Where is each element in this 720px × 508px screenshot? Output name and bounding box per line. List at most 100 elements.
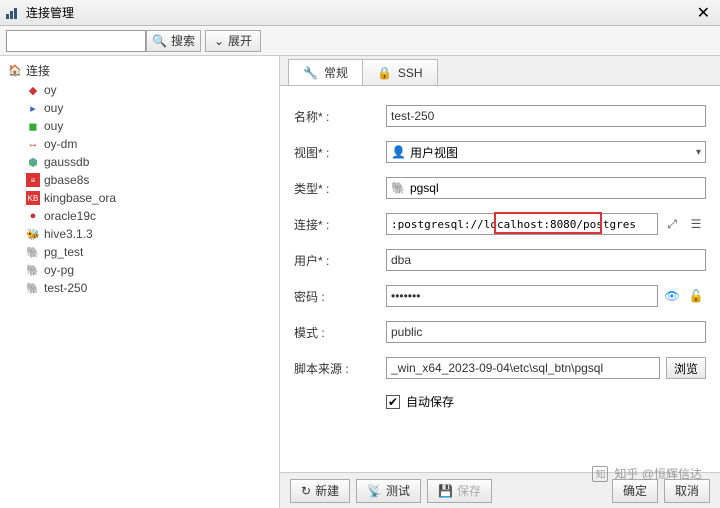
search-label: 搜索 <box>171 32 195 49</box>
tree-item[interactable]: 🐝 hive3.1.3 <box>6 225 273 243</box>
tree-item-label: oy-dm <box>44 137 77 151</box>
tree-item[interactable]: ◆ oy <box>6 81 273 99</box>
db-icon: 🐘 <box>26 281 40 295</box>
tab-general[interactable]: 🔧 常规 <box>288 59 363 85</box>
tab-ssh-label: SSH <box>398 66 423 80</box>
db-icon: ● <box>26 209 40 223</box>
db-icon: ◼ <box>26 119 40 133</box>
pass-label: 密码 : <box>294 288 386 305</box>
home-icon: 🏠 <box>8 64 22 78</box>
lock-icon: 🔒 <box>377 66 392 80</box>
type-label: 类型* : <box>294 180 386 197</box>
wrench-icon: 🔧 <box>303 66 318 80</box>
new-button[interactable]: ↻ 新建 <box>290 479 350 503</box>
tree-item-label: pg_test <box>44 245 83 259</box>
tree-item[interactable]: 🐘 oy-pg <box>6 261 273 279</box>
window-title: 连接管理 <box>26 4 74 21</box>
test-label: 测试 <box>386 482 410 499</box>
eye-icon[interactable]: 👁 <box>662 286 682 306</box>
autosave-label: 自动保存 <box>406 393 454 410</box>
cancel-button[interactable]: 取消 <box>664 479 710 503</box>
expand-icon[interactable]: ⤢ <box>662 214 682 234</box>
tree-item[interactable]: ↔ oy-dm <box>6 135 273 153</box>
tree-item[interactable]: ◼ ouy <box>6 117 273 135</box>
save-button[interactable]: 💾 保存 <box>427 479 492 503</box>
test-button[interactable]: 📡 测试 <box>356 479 421 503</box>
expand-button[interactable]: ⌄ 展开 <box>205 30 261 52</box>
tree-item-label: oy-pg <box>44 263 74 277</box>
browse-button[interactable]: 浏览 <box>666 357 706 379</box>
pgsql-icon: 🐘 <box>391 181 406 195</box>
tree-root[interactable]: 🏠 连接 <box>6 60 273 81</box>
name-input[interactable] <box>386 105 706 127</box>
db-icon: KB <box>26 191 40 205</box>
tree-item-label: ouy <box>44 101 63 115</box>
user-label: 用户* : <box>294 252 386 269</box>
db-icon: 🐝 <box>26 227 40 241</box>
view-label: 视图* : <box>294 144 386 161</box>
tree-item-label: gaussdb <box>44 155 89 169</box>
search-icon: 🔍 <box>152 34 167 48</box>
refresh-icon: ↻ <box>301 484 311 498</box>
tree-item[interactable]: KB kingbase_ora <box>6 189 273 207</box>
tree-item-label: ouy <box>44 119 63 133</box>
db-icon: 🐘 <box>26 245 40 259</box>
app-icon <box>4 5 20 21</box>
toolbar: 🔍 搜索 ⌄ 展开 <box>0 26 720 56</box>
new-label: 新建 <box>315 482 339 499</box>
expand-label: 展开 <box>228 32 252 49</box>
tab-general-label: 常规 <box>324 64 348 81</box>
db-icon: ↔ <box>26 137 40 151</box>
tree-item[interactable]: ⬢ gaussdb <box>6 153 273 171</box>
chevron-down-icon: ▾ <box>696 147 701 158</box>
search-input[interactable] <box>6 30 146 52</box>
db-icon: ≡ <box>26 173 40 187</box>
schema-label: 模式 : <box>294 324 386 341</box>
db-icon: ▸ <box>26 101 40 115</box>
tabbar: 🔧 常规 🔒 SSH <box>280 56 720 86</box>
type-select[interactable]: 🐘 pgsql <box>386 177 706 199</box>
tree-item-label: oy <box>44 83 57 97</box>
user-input[interactable] <box>386 249 706 271</box>
save-label: 保存 <box>457 482 481 499</box>
tree-item[interactable]: 🐘 pg_test <box>6 243 273 261</box>
antenna-icon: 📡 <box>367 484 382 498</box>
titlebar: 连接管理 ✕ <box>0 0 720 26</box>
view-select[interactable]: 👤 用户视图 ▾ <box>386 141 706 163</box>
ok-button[interactable]: 确定 <box>612 479 658 503</box>
tree-item[interactable]: ≡ gbase8s <box>6 171 273 189</box>
script-input[interactable] <box>386 357 660 379</box>
search-button[interactable]: 🔍 搜索 <box>146 30 201 52</box>
autosave-checkbox[interactable]: ✔ <box>386 395 400 409</box>
type-value: pgsql <box>410 181 439 195</box>
footer: ↻ 新建 📡 测试 💾 保存 确定 取消 <box>280 472 720 508</box>
conn-input[interactable] <box>386 213 658 235</box>
form: 名称* : 视图* : 👤 用户视图 ▾ 类型* : 🐘 pgsql 连接 <box>280 86 720 472</box>
save-icon: 💾 <box>438 484 453 498</box>
conn-label: 连接* : <box>294 216 386 233</box>
tree-item-label: oracle19c <box>44 209 96 223</box>
view-value: 用户视图 <box>410 144 458 161</box>
sidebar: 🏠 连接 ◆ oy ▸ ouy ◼ ouy ↔ oy-dm ⬢ gaussdb ≡ gbase8s KB… <box>0 56 280 508</box>
unlock-icon[interactable]: 🔓 <box>686 286 706 306</box>
content-panel: 🔧 常规 🔒 SSH 名称* : 视图* : 👤 用户视图 ▾ <box>280 56 720 508</box>
tree-item[interactable]: ● oracle19c <box>6 207 273 225</box>
tab-ssh[interactable]: 🔒 SSH <box>362 59 438 85</box>
tree-item-label: hive3.1.3 <box>44 227 93 241</box>
user-icon: 👤 <box>391 145 406 159</box>
tree-item-label: gbase8s <box>44 173 89 187</box>
schema-input[interactable] <box>386 321 706 343</box>
tree-item[interactable]: ▸ ouy <box>6 99 273 117</box>
db-icon: ◆ <box>26 83 40 97</box>
tree-item-label: test-250 <box>44 281 87 295</box>
script-label: 脚本来源 : <box>294 360 386 377</box>
pass-input[interactable] <box>386 285 658 307</box>
db-icon: ⬢ <box>26 155 40 169</box>
chevron-down-icon: ⌄ <box>214 34 224 48</box>
list-icon[interactable]: ☰ <box>686 214 706 234</box>
tree-item-label: kingbase_ora <box>44 191 116 205</box>
tree-root-label: 连接 <box>26 62 50 79</box>
db-icon: 🐘 <box>26 263 40 277</box>
tree-item[interactable]: 🐘 test-250 <box>6 279 273 297</box>
close-button[interactable]: ✕ <box>691 3 716 23</box>
